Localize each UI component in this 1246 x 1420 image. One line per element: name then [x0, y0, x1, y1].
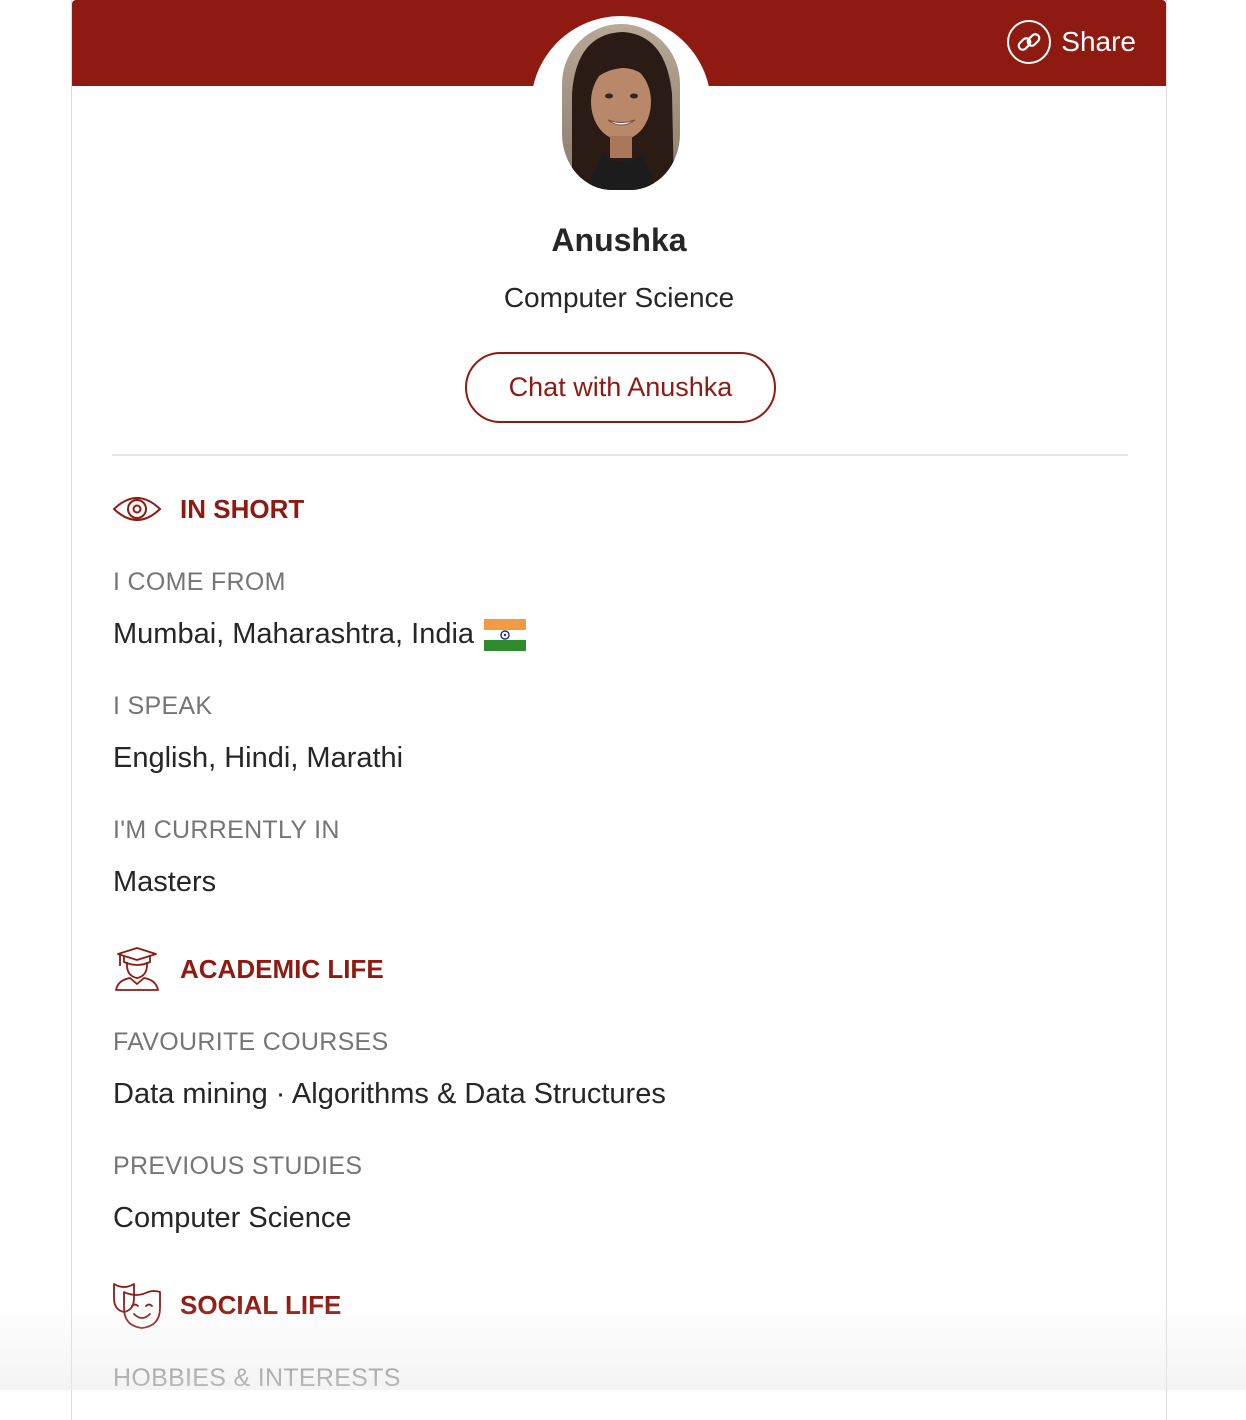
profile-subject: Computer Science [503, 282, 735, 313]
theater-masks-icon [112, 1280, 162, 1330]
speak-value: English, Hindi, Marathi [113, 742, 404, 774]
come-from-value: Mumbai, Maharashtra, India [113, 618, 527, 651]
share-label: Share [1061, 26, 1136, 57]
previous-studies-label: PREVIOUS STUDIES [113, 1152, 363, 1180]
section-academic-life: ACADEMIC LIFE [112, 944, 384, 994]
come-from-label: I COME FROM [113, 568, 286, 596]
currently-value: Masters [113, 866, 217, 898]
section-in-short: IN SHORT [112, 484, 304, 534]
section-title: IN SHORT [180, 493, 305, 524]
chat-button[interactable]: Chat with Anushka [465, 352, 776, 423]
india-flag-icon [484, 618, 527, 651]
profile-card: Share Anushka Computer Science Chat with… [71, 0, 1167, 1420]
previous-studies-value: Computer Science [113, 1202, 352, 1234]
section-title: SOCIAL LIFE [180, 1289, 342, 1320]
graduate-icon [112, 944, 162, 994]
eye-icon [112, 484, 162, 534]
hobbies-label: HOBBIES & INTERESTS [113, 1364, 401, 1392]
section-title: ACADEMIC LIFE [180, 953, 384, 984]
share-button[interactable]: Share [1007, 18, 1136, 66]
avatar [562, 24, 680, 190]
come-from-text: Mumbai, Maharashtra, India [113, 618, 475, 650]
speak-label: I SPEAK [113, 692, 213, 720]
courses-label: FAVOURITE COURSES [113, 1028, 389, 1056]
currently-label: I'M CURRENTLY IN [113, 816, 340, 844]
profile-name: Anushka [551, 222, 687, 258]
link-icon [1007, 20, 1052, 64]
section-social-life: SOCIAL LIFE [112, 1280, 341, 1330]
courses-value: Data mining · Algorithms & Data Structur… [113, 1078, 666, 1110]
divider [112, 454, 1128, 456]
